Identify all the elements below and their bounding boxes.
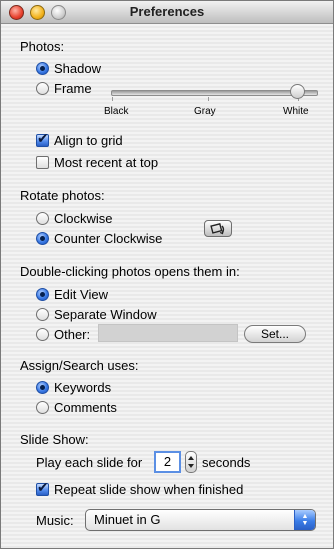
music-label: Music: xyxy=(36,513,74,528)
clockwise-label: Clockwise xyxy=(54,211,113,226)
shadow-radio[interactable] xyxy=(36,62,49,75)
popup-arrows-icon: ▲ ▼ xyxy=(294,510,315,530)
frame-label: Frame xyxy=(54,81,92,96)
rotate-button[interactable] xyxy=(204,220,232,237)
slider-label-black: Black xyxy=(104,106,129,117)
slider-label-white: White xyxy=(283,106,309,117)
frame-color-slider-track[interactable] xyxy=(111,90,318,96)
most-recent-at-top-checkbox[interactable] xyxy=(36,156,49,169)
most-recent-at-top-label: Most recent at top xyxy=(54,155,159,170)
seconds-label: seconds xyxy=(202,455,251,470)
counter-clockwise-radio[interactable] xyxy=(36,232,49,245)
frame-color-slider-thumb[interactable] xyxy=(290,84,305,99)
keywords-label: Keywords xyxy=(54,380,112,395)
music-popup-value: Minuet in G xyxy=(94,512,161,527)
title-bar: Preferences xyxy=(1,1,333,24)
double-click-heading: Double-clicking photos opens them in: xyxy=(20,264,240,279)
slider-tick-black xyxy=(112,97,113,101)
other-radio[interactable] xyxy=(36,328,49,341)
keywords-radio[interactable] xyxy=(36,381,49,394)
rotate-photos-heading: Rotate photos: xyxy=(20,188,105,203)
separate-window-radio[interactable] xyxy=(36,308,49,321)
clockwise-radio[interactable] xyxy=(36,212,49,225)
set-button[interactable]: Set... xyxy=(244,325,306,343)
slide-show-heading: Slide Show: xyxy=(20,432,89,447)
window-title: Preferences xyxy=(129,4,205,19)
align-to-grid-checkbox[interactable] xyxy=(36,131,49,147)
counter-clockwise-label: Counter Clockwise xyxy=(54,231,163,246)
repeat-slideshow-label: Repeat slide show when finished xyxy=(54,482,244,497)
other-label: Other: xyxy=(54,327,91,342)
slider-label-gray: Gray xyxy=(194,106,216,117)
play-each-slide-label: Play each slide for xyxy=(36,455,143,470)
edit-view-label: Edit View xyxy=(54,287,108,302)
assign-search-heading: Assign/Search uses: xyxy=(20,358,139,373)
comments-radio[interactable] xyxy=(36,401,49,414)
slider-tick-gray xyxy=(208,97,209,101)
stepper-arrows-icon xyxy=(188,456,194,468)
photos-heading: Photos: xyxy=(20,39,65,54)
separate-window-label: Separate Window xyxy=(54,307,157,322)
seconds-stepper[interactable] xyxy=(185,451,197,473)
shadow-label: Shadow xyxy=(54,61,101,76)
repeat-slideshow-checkbox[interactable] xyxy=(36,480,49,496)
frame-radio[interactable] xyxy=(36,82,49,95)
comments-label: Comments xyxy=(54,400,117,415)
seconds-input[interactable]: 2 xyxy=(154,451,181,473)
edit-view-radio[interactable] xyxy=(36,288,49,301)
other-application-field xyxy=(98,324,238,342)
rotate-icon xyxy=(210,222,225,234)
preferences-window: Preferences Photos: Shadow Frame Black G… xyxy=(0,0,334,549)
align-to-grid-label: Align to grid xyxy=(54,133,123,148)
music-popup[interactable]: Minuet in G ▲ ▼ xyxy=(85,509,316,531)
